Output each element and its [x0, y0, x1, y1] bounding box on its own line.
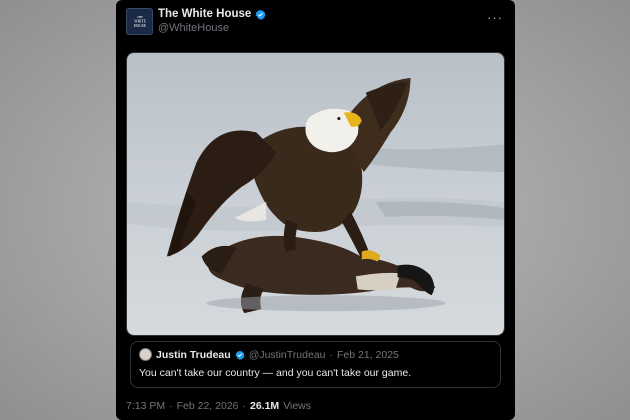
quoted-author-avatar[interactable]	[139, 348, 152, 361]
post-date[interactable]: Feb 22, 2026	[177, 400, 239, 412]
quoted-post-text: You can't take our country — and you can…	[139, 367, 412, 379]
quoted-author-handle[interactable]: @JustinTrudeau	[249, 349, 326, 361]
svg-text:THE: THE	[137, 15, 143, 19]
verified-badge-icon	[255, 9, 266, 20]
eagle-on-goose-image	[127, 53, 504, 335]
quoted-post-date[interactable]: Feb 21, 2025	[337, 349, 399, 361]
views-label: Views	[283, 400, 312, 412]
more-options-icon[interactable]: ···	[487, 10, 503, 25]
author-names: The White House @WhiteHouse	[158, 8, 266, 34]
quoted-post[interactable]: Justin Trudeau @JustinTrudeau · Feb 21, …	[130, 341, 501, 388]
white-house-logo-icon: THE WHITE HOUSE	[129, 11, 150, 32]
quoted-author-name[interactable]: Justin Trudeau	[156, 349, 231, 361]
svg-text:HOUSE: HOUSE	[134, 24, 147, 28]
author-display-name[interactable]: The White House	[158, 8, 251, 20]
separator: ·	[242, 400, 247, 412]
quoted-post-header: Justin Trudeau @JustinTrudeau · Feb 21, …	[139, 348, 492, 361]
svg-text:WHITE: WHITE	[134, 19, 146, 23]
separator: ·	[169, 400, 173, 412]
post-image[interactable]	[126, 52, 505, 336]
verified-badge-icon	[235, 350, 245, 360]
author-handle[interactable]: @WhiteHouse	[158, 22, 266, 34]
views-count: 26.1M	[250, 400, 280, 412]
post-card[interactable]: THE WHITE HOUSE The White House @WhiteHo…	[116, 0, 515, 420]
post-time[interactable]: 7:13 PM	[126, 400, 165, 412]
author-avatar[interactable]: THE WHITE HOUSE	[126, 8, 153, 35]
separator: ·	[329, 348, 334, 361]
post-meta: 7:13 PM · Feb 22, 2026 · 26.1M Views	[126, 400, 311, 412]
post-header: THE WHITE HOUSE The White House @WhiteHo…	[126, 8, 505, 40]
